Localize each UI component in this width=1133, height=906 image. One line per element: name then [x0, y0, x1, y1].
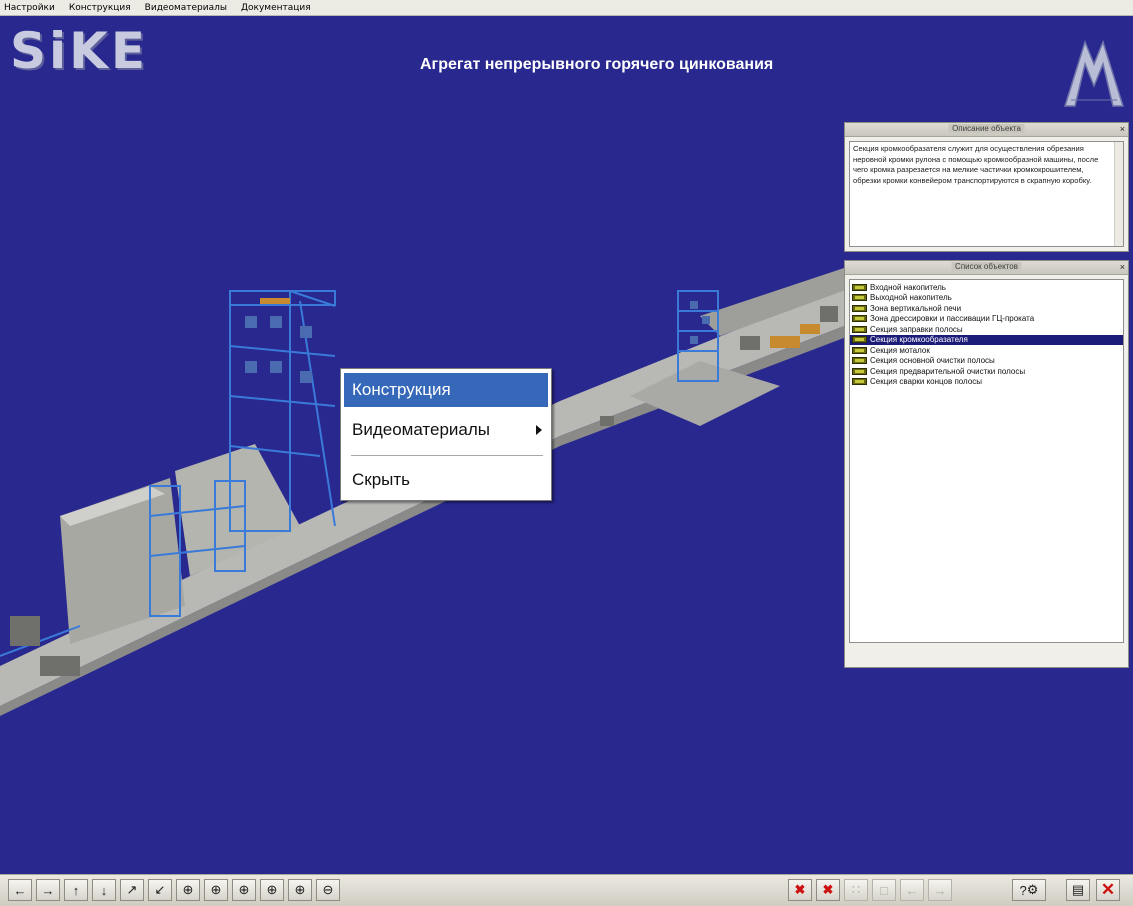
zoom-out-icon[interactable]: ⊖ [316, 879, 340, 901]
arrow-right-icon[interactable]: → [928, 879, 952, 901]
menu-settings[interactable]: Настройки [4, 3, 55, 13]
markers-icon[interactable]: ✖ [816, 879, 840, 901]
object-description-panel: Описание объекта × Секция кромкообразате… [844, 122, 1129, 252]
list-item[interactable]: Входной накопитель [850, 282, 1123, 293]
rotate-x2-icon[interactable]: ⊕ [260, 879, 284, 901]
pan-down-icon[interactable]: ↓ [92, 879, 116, 901]
menu-documentation[interactable]: Документация [241, 3, 311, 13]
help-label: ? [1019, 882, 1027, 898]
list-item[interactable]: Секция предварительной очистки полосы [850, 366, 1123, 377]
object-icon [852, 378, 867, 386]
sike-logo: SiKE [10, 22, 149, 80]
arrow-left-icon[interactable]: ← [900, 879, 924, 901]
dock-icon[interactable]: □ [872, 879, 896, 901]
document-icon[interactable]: ▤ [1066, 879, 1090, 901]
list-item-selected[interactable]: Секция кромкообразателя [850, 334, 1123, 345]
tilt-right-icon[interactable]: ↙ [148, 879, 172, 901]
marker-icon[interactable]: ✖ [788, 879, 812, 901]
help-icon[interactable]: ? ⚙ [1012, 879, 1046, 901]
rotate-x-icon[interactable]: ⊕ [232, 879, 256, 901]
panel-header[interactable]: Список объектов × [845, 261, 1128, 275]
list-item[interactable]: Зона вертикальной печи [850, 303, 1123, 314]
tilt-left-icon[interactable]: ↗ [120, 879, 144, 901]
object-icon [852, 294, 867, 302]
menu-separator [351, 455, 543, 456]
object-icon [852, 336, 867, 344]
object-icon [852, 283, 867, 291]
object-icon [852, 367, 867, 375]
pan-right-icon[interactable]: → [36, 879, 60, 901]
grid-icon[interactable]: ∷ [844, 879, 868, 901]
object-list: Входной накопитель Выходной накопитель З… [849, 279, 1124, 643]
menu-bar: Настройки Конструкция Видеоматериалы Док… [0, 0, 1133, 16]
context-menu-hide[interactable]: Скрыть [344, 463, 548, 497]
description-text: Секция кромкообразателя служит для осуще… [853, 144, 1099, 185]
page-title: Агрегат непрерывного горячего цинкования [420, 56, 774, 73]
object-icon [852, 346, 867, 354]
panel-title: Описание объекта [948, 124, 1025, 133]
context-menu: Конструкция Видеоматериалы Скрыть [340, 368, 552, 501]
menu-construction[interactable]: Конструкция [69, 3, 131, 13]
3d-viewport[interactable]: SiKE Агрегат непрерывного горячего цинко… [0, 16, 1133, 874]
list-item[interactable]: Зона дрессировки и пассивации ГЦ-проката [850, 314, 1123, 325]
mmk-logo-icon [1063, 39, 1125, 107]
panel-header[interactable]: Описание объекта × [845, 123, 1128, 137]
pan-up-icon[interactable]: ↑ [64, 879, 88, 901]
close-icon[interactable]: × [1120, 124, 1125, 134]
pan-left-icon[interactable]: ← [8, 879, 32, 901]
object-icon [852, 325, 867, 333]
submenu-arrow-icon [536, 425, 542, 435]
object-icon [852, 357, 867, 365]
object-icon [852, 315, 867, 323]
rotate-y2-icon[interactable]: ⊕ [204, 879, 228, 901]
context-menu-construction[interactable]: Конструкция [344, 373, 548, 407]
zoom-in-icon[interactable]: ⊕ [288, 879, 312, 901]
menu-videos[interactable]: Видеоматериалы [145, 3, 227, 13]
list-item[interactable]: Выходной накопитель [850, 293, 1123, 304]
object-list-panel: Список объектов × Входной накопитель Вых… [844, 260, 1129, 668]
list-item[interactable]: Секция заправки полосы [850, 324, 1123, 335]
context-menu-videos[interactable]: Видеоматериалы [344, 413, 548, 447]
list-item[interactable]: Секция основной очистки полосы [850, 356, 1123, 367]
context-menu-videos-label: Видеоматериалы [352, 420, 491, 439]
scrollbar[interactable] [1114, 142, 1123, 246]
bottom-toolbar: ← → ↑ ↓ ↗ ↙ ⊕ ⊕ ⊕ ⊕ ⊕ ⊖ ✖ ✖ ∷ □ ← → ? ⚙ ▤… [0, 874, 1133, 906]
object-icon [852, 304, 867, 312]
close-icon[interactable]: ✕ [1096, 879, 1120, 901]
list-item[interactable]: Секция сварки концов полосы [850, 377, 1123, 388]
description-box: Секция кромкообразателя служит для осуще… [849, 141, 1124, 247]
list-item[interactable]: Секция моталок [850, 345, 1123, 356]
rotate-y-icon[interactable]: ⊕ [176, 879, 200, 901]
close-icon[interactable]: × [1120, 262, 1125, 272]
panel-title: Список объектов [951, 262, 1022, 271]
